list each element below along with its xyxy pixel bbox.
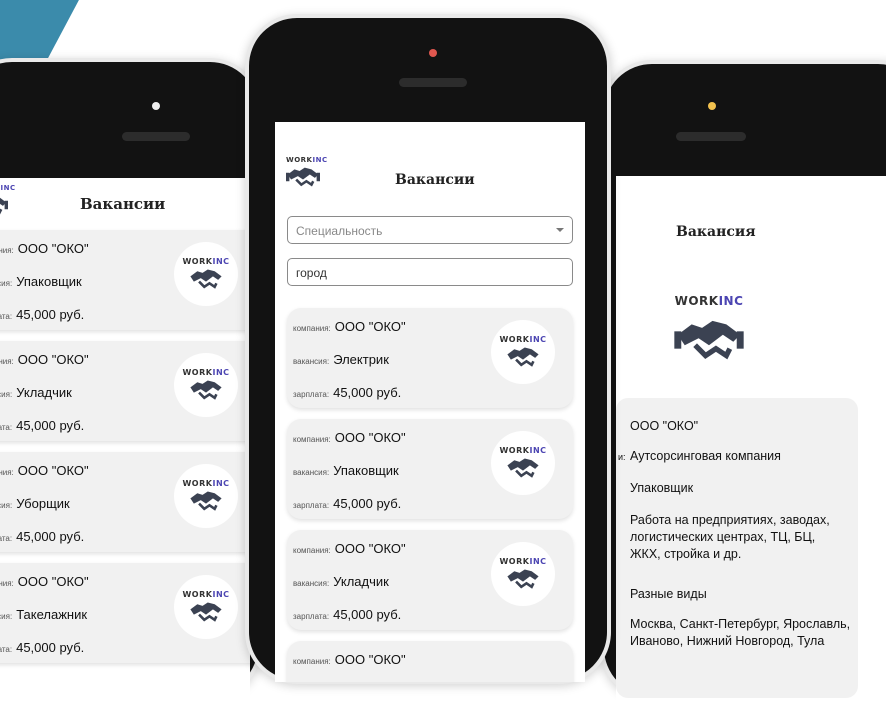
handshake-icon: [507, 346, 539, 367]
company-name: ООО "ОКО": [334, 652, 406, 667]
screen-vacancy-list: WORKINC Вакансии компания:ООО "ОКО" вака…: [0, 178, 250, 718]
front-camera: [429, 49, 437, 57]
salary: 45,000 руб.: [333, 607, 402, 622]
company-logo-thumb: WORKINC: [174, 353, 238, 417]
speaker-grille: [399, 78, 467, 87]
handshake-icon: [507, 457, 539, 478]
vacancy-card[interactable]: компания:ООО "ОКО" вакансия:Укладчик зар…: [0, 341, 250, 441]
app-logo: WORKINC: [672, 294, 746, 366]
company-logo-thumb: WORKINC: [174, 242, 238, 306]
handshake-icon: [190, 601, 222, 622]
vacancy-name: Укладчик: [333, 574, 389, 589]
page-title: Вакансия: [676, 224, 756, 240]
vacancy-card[interactable]: компания:ООО "ОКО" вакансия:Упаковщик за…: [0, 230, 250, 330]
vacancy-name: Упаковщик: [16, 274, 82, 289]
vacancy-card[interactable]: компания:ООО "ОКО" вакансия:Укладчик зар…: [287, 530, 573, 630]
front-camera: [152, 102, 160, 110]
page-title: Вакансии: [80, 195, 166, 213]
company-name: ООО "ОКО": [334, 541, 406, 556]
company-name: ООО "ОКО": [630, 419, 699, 433]
specialty-select[interactable]: Специальность: [287, 216, 573, 244]
vacancy-name: Такелажник: [16, 607, 88, 622]
salary: 45,000 руб.: [16, 307, 85, 322]
company-logo-thumb: WORKINC: [174, 575, 238, 639]
vacancy-card[interactable]: компания:ООО "ОКО" вакансия:Такелажник з…: [0, 563, 250, 663]
handshake-icon: [190, 268, 222, 289]
salary: 45,000 руб.: [16, 418, 85, 433]
screen-vacancy-detail: Вакансия WORKINC ООО "ОКО" и: Аутсорсинг…: [616, 176, 886, 716]
handshake-icon: [190, 379, 222, 400]
screen-vacancy-search: WORKINC Вакансии Специальность город ком…: [275, 122, 585, 682]
salary: 45,000 руб.: [16, 529, 85, 544]
company-name: ООО "ОКО": [334, 319, 406, 334]
vacancy-card[interactable]: компания:ООО "ОКО" вакансия:Уборщик зарп…: [0, 452, 250, 552]
vacancy-card[interactable]: компания: ООО "ОКО": [287, 641, 573, 682]
company-name: ООО "ОКО": [17, 574, 89, 589]
company-name: ООО "ОКО": [17, 463, 89, 478]
vacancy-name: Упаковщик: [333, 463, 399, 478]
company-name: ООО "ОКО": [17, 352, 89, 367]
handshake-icon: [286, 167, 320, 187]
speaker-grille: [122, 132, 190, 141]
company-name: ООО "ОКО": [334, 430, 406, 445]
phone-left: WORKINC Вакансии компания:ООО "ОКО" вака…: [0, 58, 264, 718]
vacancy-card[interactable]: компания:ООО "ОКО" вакансия:Упаковщик за…: [287, 419, 573, 519]
phone-right: Вакансия WORKINC ООО "ОКО" и: Аутсорсинг…: [600, 60, 886, 716]
chevron-down-icon: [556, 228, 564, 232]
salary: 45,000 руб.: [333, 385, 402, 400]
salary: 45,000 руб.: [16, 640, 85, 655]
vacancy-description: Работа на предприятиях, заводах, логисти…: [630, 513, 830, 561]
vacancy-name: Упаковщик: [630, 481, 694, 495]
handshake-icon: [674, 320, 744, 360]
vacancy-name: Укладчик: [16, 385, 72, 400]
work-types: Разные виды: [630, 587, 707, 601]
company-logo-thumb: WORKINC: [491, 542, 555, 606]
handshake-icon: [507, 568, 539, 589]
vacancy-name: Уборщик: [16, 496, 70, 511]
handshake-icon: [0, 197, 8, 215]
phone-center: WORKINC Вакансии Специальность город ком…: [245, 14, 611, 684]
cities: Москва, Санкт-Петербург, Ярославль, Иван…: [630, 617, 851, 648]
city-input[interactable]: город: [287, 258, 573, 286]
company-type-label: и:: [618, 452, 626, 462]
speaker-grille: [676, 132, 746, 141]
company-logo-thumb: WORKINC: [491, 431, 555, 495]
app-logo: WORKINC: [286, 156, 328, 190]
salary: 45,000 руб.: [333, 496, 402, 511]
company-type: Аутсорсинговая компания: [630, 449, 781, 463]
vacancy-card[interactable]: компания: ООО "ОКО" вакансия: Электрик зар…: [287, 308, 573, 408]
app-logo: WORKINC: [0, 184, 16, 218]
company-name: ООО "ОКО": [17, 241, 89, 256]
vacancy-name: Электрик: [333, 352, 389, 367]
front-camera: [708, 102, 716, 110]
company-logo-thumb: WORKINC: [491, 320, 555, 384]
page-title: Вакансии: [395, 172, 475, 188]
handshake-icon: [190, 490, 222, 511]
company-logo-thumb: WORKINC: [174, 464, 238, 528]
vacancy-details-card: ООО "ОКО" и: Аутсорсинговая компания Упа…: [616, 398, 858, 698]
